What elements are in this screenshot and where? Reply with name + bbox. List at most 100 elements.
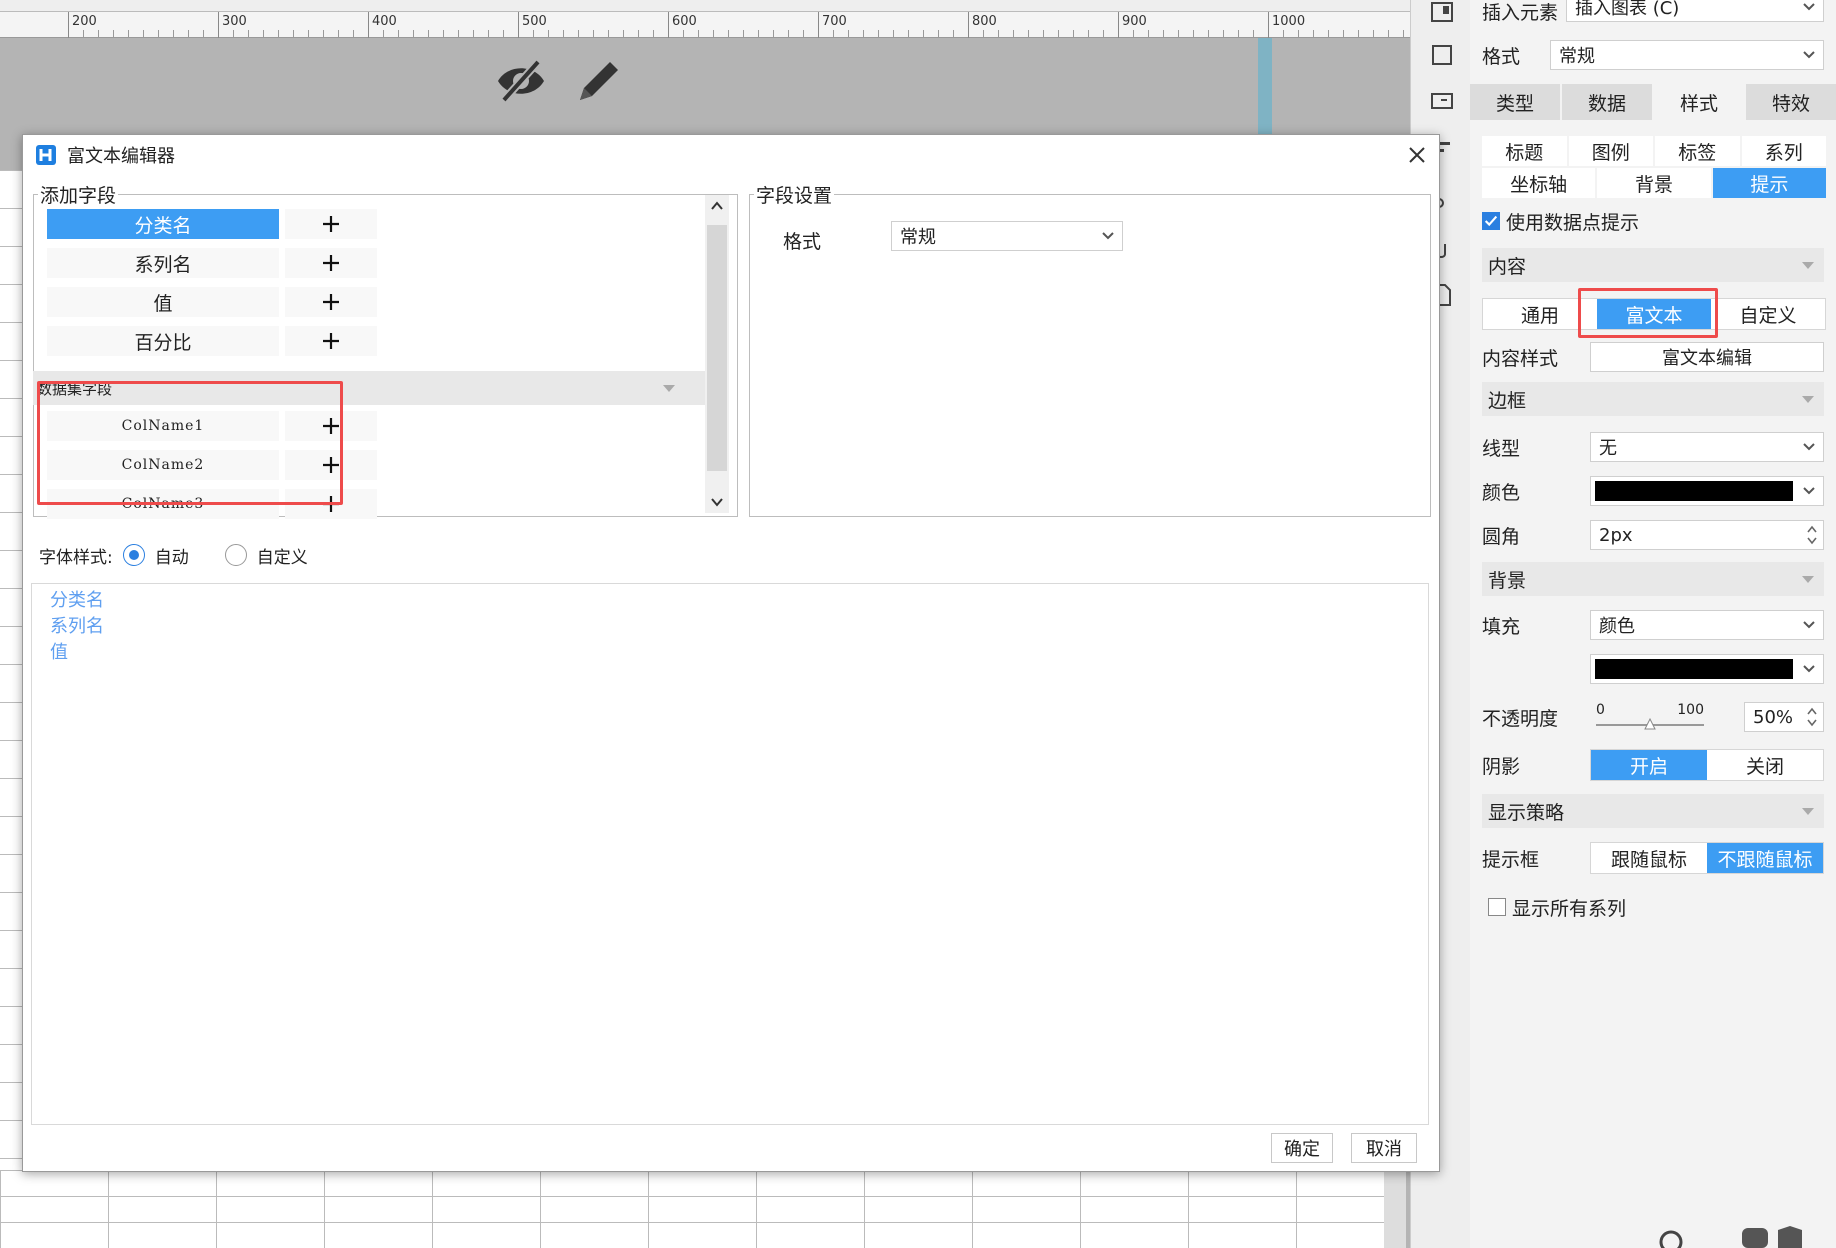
frame-icon[interactable] — [1429, 42, 1455, 68]
insert-chart-select[interactable]: 插入图表 (C) — [1566, 0, 1824, 22]
add-field-button[interactable] — [285, 450, 377, 480]
subtab-title[interactable]: 标题 — [1482, 136, 1567, 166]
add-field-button[interactable] — [285, 326, 377, 356]
border-color-picker[interactable] — [1590, 476, 1824, 506]
editor-line[interactable]: 分类名 — [50, 588, 1428, 614]
ruler-minor-tick — [758, 30, 759, 37]
follow-mouse-option[interactable]: 跟随鼠标 — [1591, 843, 1707, 873]
use-tooltip-checkbox[interactable] — [1482, 212, 1500, 230]
ruler-minor-tick — [833, 30, 834, 37]
dataset-field-colname1[interactable]: ColName1 — [47, 411, 279, 441]
ruler-minor-tick — [143, 30, 144, 37]
field-series-name[interactable]: 系列名 — [47, 248, 279, 278]
subtab-label[interactable]: 标签 — [1655, 136, 1740, 166]
eye-off-icon[interactable] — [492, 52, 550, 110]
radius-spinner[interactable]: 2px — [1590, 520, 1824, 550]
spinner-arrows-icon[interactable] — [1805, 705, 1819, 729]
background-section-header[interactable]: 背景 — [1482, 562, 1824, 596]
close-icon[interactable] — [1405, 143, 1429, 167]
ruler-minor-tick — [488, 30, 489, 37]
ruler-minor-tick — [1283, 30, 1284, 37]
ruler-minor-tick — [263, 30, 264, 37]
ruler-minor-tick — [998, 30, 999, 37]
field-list: 分类名 系列名 值 百分比 数据集字段 ColName1 ColName2 Co… — [33, 193, 738, 519]
dataset-field-colname2[interactable]: ColName2 — [47, 450, 279, 480]
ruler-minor-tick — [1193, 30, 1194, 37]
subtab-legend[interactable]: 图例 — [1568, 136, 1653, 166]
field-percent[interactable]: 百分比 — [47, 326, 279, 356]
ruler-tick-label: 900 — [1122, 14, 1147, 29]
chevron-down-icon[interactable] — [710, 495, 724, 509]
ruler-minor-tick — [578, 30, 579, 37]
subtab-background[interactable]: 背景 — [1597, 168, 1711, 198]
line-type-select[interactable]: 无 — [1590, 432, 1824, 462]
content-mode-richtext[interactable]: 富文本 — [1597, 299, 1711, 329]
widget-icon[interactable] — [1429, 88, 1455, 114]
slider-thumb-icon[interactable] — [1644, 718, 1656, 730]
cell-element-icon[interactable] — [1429, 0, 1455, 26]
show-all-series-checkbox[interactable] — [1488, 898, 1506, 916]
property-panel: 插入元素 插入图表 (C) 格式 常规 类型 数据 样式 特效 标题 图例 标签… — [1470, 0, 1836, 1248]
ruler-tick-label: 600 — [672, 14, 697, 29]
ruler-minor-tick — [1073, 30, 1074, 37]
editor-line[interactable]: 系列名 — [50, 614, 1428, 640]
editor-line[interactable]: 值 — [50, 640, 1428, 666]
content-mode-general[interactable]: 通用 — [1483, 299, 1597, 329]
display-section-header[interactable]: 显示策略 — [1482, 794, 1824, 828]
field-category-name[interactable]: 分类名 — [47, 209, 279, 239]
tab-effects[interactable]: 特效 — [1746, 84, 1836, 120]
collapse-caret-icon — [1802, 808, 1814, 815]
add-field-button[interactable] — [285, 287, 377, 317]
fill-type-select[interactable]: 颜色 — [1590, 610, 1824, 640]
ruler-minor-tick — [1358, 30, 1359, 37]
not-follow-mouse-option[interactable]: 不跟随鼠标 — [1707, 843, 1823, 873]
collapse-caret-icon — [663, 385, 675, 392]
tab-type[interactable]: 类型 — [1470, 84, 1560, 120]
field-format-select[interactable]: 常规 — [891, 221, 1123, 251]
subtab-axis[interactable]: 坐标轴 — [1482, 168, 1596, 198]
ruler-minor-tick — [923, 30, 924, 37]
content-mode-general-label: 通用 — [1520, 304, 1559, 327]
field-list-scrollbar[interactable] — [705, 195, 729, 513]
add-field-button[interactable] — [285, 209, 377, 239]
fill-color-picker[interactable] — [1590, 654, 1824, 684]
field-label: ColName1 — [121, 418, 205, 434]
dataset-field-colname3[interactable]: ColName3 — [47, 489, 279, 519]
dialog-titlebar: 富文本编辑器 — [23, 135, 1439, 175]
cancel-button[interactable]: 取消 — [1351, 1133, 1417, 1163]
content-section-header[interactable]: 内容 — [1482, 248, 1824, 282]
app-logo-icon — [36, 145, 56, 165]
follow-mouse-label: 跟随鼠标 — [1610, 848, 1687, 871]
vertical-scrollbar[interactable] — [1384, 1170, 1406, 1248]
font-style-row: 字体样式: 自动 自定义 — [39, 541, 308, 569]
font-custom-radio[interactable] — [224, 544, 247, 566]
richtext-content-editor[interactable]: 分类名 系列名 值 — [31, 583, 1429, 1125]
border-section-header[interactable]: 边框 — [1482, 382, 1824, 416]
scrollbar-thumb[interactable] — [707, 225, 727, 471]
ruler-minor-tick — [1388, 30, 1389, 37]
add-field-button[interactable] — [285, 248, 377, 278]
add-field-button[interactable] — [285, 411, 377, 441]
pencil-icon[interactable] — [570, 52, 628, 110]
content-mode-custom[interactable]: 自定义 — [1711, 299, 1825, 329]
tab-data[interactable]: 数据 — [1562, 84, 1652, 120]
shadow-off-option[interactable]: 关闭 — [1707, 750, 1823, 780]
ruler-tick: 800 — [968, 12, 997, 38]
spinner-arrows-icon[interactable] — [1805, 523, 1819, 547]
subtab-tooltip[interactable]: 提示 — [1712, 168, 1826, 198]
chevron-up-icon[interactable] — [710, 199, 724, 213]
subtab-series[interactable]: 系列 — [1741, 136, 1826, 166]
shadow-on-option[interactable]: 开启 — [1591, 750, 1707, 780]
richtext-edit-button[interactable]: 富文本编辑 — [1590, 342, 1824, 372]
ruler-minor-tick — [158, 30, 159, 37]
add-field-button[interactable] — [285, 489, 377, 519]
format-select[interactable]: 常规 — [1550, 40, 1824, 70]
dataset-field-group-header[interactable]: 数据集字段 — [33, 371, 705, 405]
font-auto-radio[interactable] — [122, 544, 145, 566]
ok-button[interactable]: 确定 — [1271, 1133, 1333, 1163]
field-value[interactable]: 值 — [47, 287, 279, 317]
opacity-slider[interactable]: 0 100 — [1594, 700, 1704, 736]
settings-icon[interactable] — [1654, 1222, 1688, 1248]
opacity-spinner[interactable]: 50% — [1744, 702, 1824, 732]
tab-style[interactable]: 样式 — [1654, 84, 1744, 120]
